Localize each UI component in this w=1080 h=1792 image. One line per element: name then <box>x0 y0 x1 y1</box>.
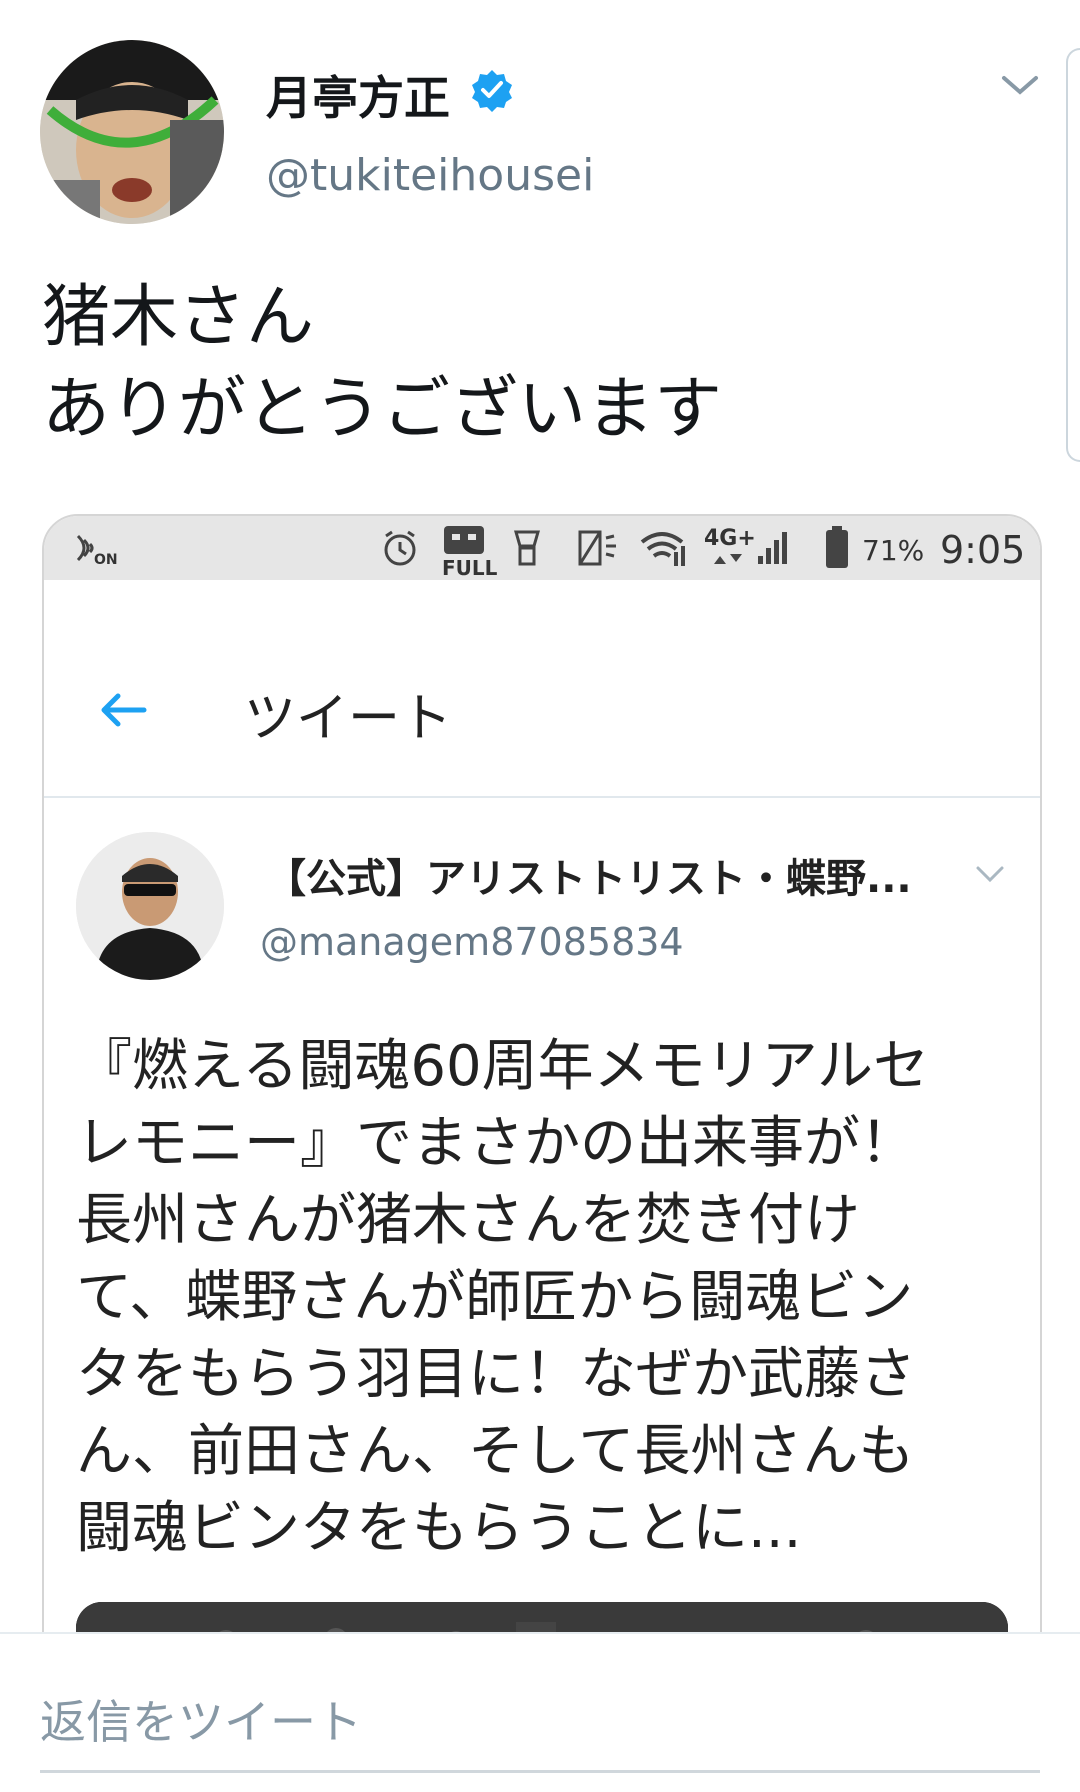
clock: 9:05 <box>940 528 1026 572</box>
tweet-text-line: ありがとうございます <box>42 370 723 449</box>
screen-title: ツイート <box>244 689 453 749</box>
battery-level: 71% <box>862 534 925 567</box>
chevron-down-icon[interactable] <box>974 862 1006 886</box>
divider <box>44 796 1040 798</box>
attached-screenshot[interactable]: ON FULL 4G+ 71% 9:05 ツイート 【公式】アリストトリスト・蝶… <box>42 514 1042 1638</box>
tweet-detail-screen: ツイート 【公式】アリストトリスト・蝶野... @managem87085834… <box>44 580 1040 1636</box>
nfc-label: ON <box>94 552 118 568</box>
chevron-down-icon[interactable] <box>1000 70 1040 100</box>
quoted-text-line: 『燃える闘魂60周年メモリアルセ <box>76 1034 930 1099</box>
signal-icon <box>758 532 787 564</box>
author-avatar[interactable] <box>40 40 224 224</box>
data-arrows-icon <box>714 554 742 564</box>
quoted-author-name[interactable]: 【公式】アリストトリスト・蝶野... <box>266 846 912 904</box>
quoted-text-line: て、蝶野さんが師匠から闘魂ビン <box>76 1265 914 1330</box>
verified-badge-icon <box>472 70 512 112</box>
tweet-text: 猪木さん ありがとうございます <box>42 272 722 456</box>
full-label: FULL <box>442 556 498 580</box>
back-arrow-icon[interactable] <box>96 690 152 730</box>
quoted-text-line: レモニー』でまさかの出来事が！ <box>76 1111 916 1176</box>
quoted-author-handle[interactable]: @managem87085834 <box>260 920 684 964</box>
author-name[interactable]: 月亭方正 <box>266 62 450 128</box>
reply-underline <box>40 1770 1040 1773</box>
wifi-icon <box>640 532 685 566</box>
reply-input[interactable]: 返信をツイート <box>40 1686 362 1752</box>
network-label: 4G+ <box>704 526 756 551</box>
screen-rotation-icon <box>578 530 616 566</box>
quoted-text-line: 長州さんが猪木さんを焚き付け <box>76 1188 860 1253</box>
alarm-icon <box>384 530 416 566</box>
reply-composer: 返信をツイート <box>0 1632 1080 1792</box>
quoted-tweet-text: 『燃える闘魂60周年メモリアルセ レモニー』でまさかの出来事が！ 長州さんが猪木… <box>76 1028 1026 1567</box>
quoted-author-avatar[interactable] <box>76 832 224 980</box>
author-handle[interactable]: @tukiteihousei <box>266 150 594 201</box>
quoted-text-line: タをもらう羽目に！なぜか武藤さ <box>76 1342 916 1407</box>
bluetooth-device-icon <box>514 530 540 566</box>
quoted-text-line: ん、前田さん、そして長州さんも <box>76 1419 915 1484</box>
quoted-text-line: 闘魂ビンタをもらうことに... <box>76 1496 802 1561</box>
scroll-indicator <box>1066 48 1080 462</box>
tweet-text-line: 猪木さん <box>42 278 315 357</box>
phone-storage-icon <box>444 526 484 554</box>
status-bar: ON FULL 4G+ 71% 9:05 <box>44 516 1040 580</box>
battery-icon <box>826 526 848 568</box>
